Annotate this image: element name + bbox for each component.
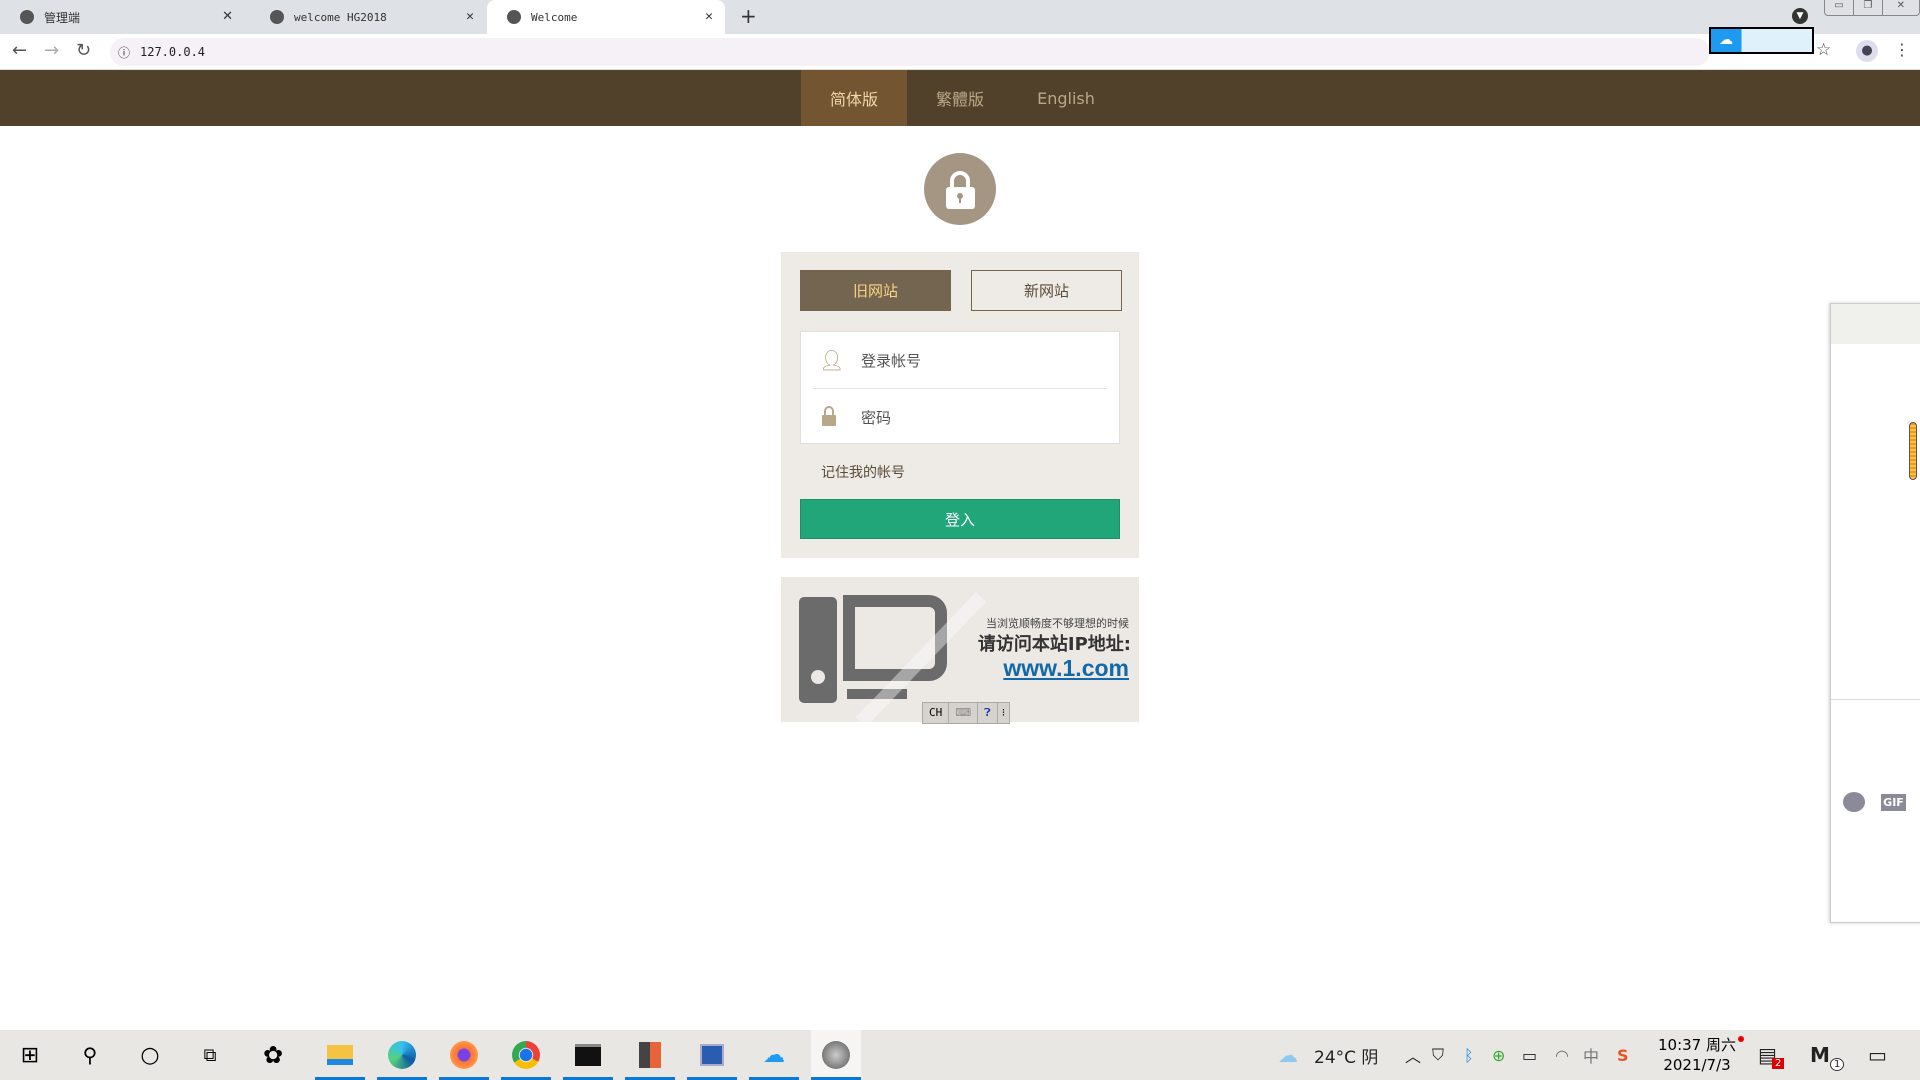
- padlock-icon: [821, 405, 837, 427]
- chat-header: [1831, 304, 1920, 344]
- app-red-icon[interactable]: [625, 1030, 675, 1080]
- file-explorer-icon[interactable]: [315, 1030, 365, 1080]
- wifi-icon[interactable]: ◠: [1555, 1030, 1569, 1080]
- update-icon[interactable]: ⊕: [1492, 1030, 1505, 1080]
- banner-line2: 请访问本站IP地址:: [977, 634, 1131, 655]
- tab-title: welcome HG2018: [294, 10, 387, 24]
- date-text: 2021/7/3: [1663, 1056, 1731, 1074]
- help-icon[interactable]: ❓︎: [977, 703, 997, 723]
- window-controls: ▭ ❐ ✕: [1824, 0, 1920, 16]
- tab-welcome[interactable]: Welcome ✕: [487, 0, 725, 34]
- password-placeholder: 密码: [861, 408, 892, 427]
- weather-text[interactable]: 24°C 阴: [1314, 1030, 1378, 1080]
- restore-button[interactable]: ❐: [1852, 0, 1882, 15]
- emoji-icon[interactable]: [1843, 792, 1865, 812]
- minimize-button[interactable]: ▭: [1825, 0, 1853, 15]
- baidu-netdisk-icon[interactable]: ☁: [749, 1030, 799, 1080]
- credentials-box: 👤︎ 登录帐号 密码: [800, 331, 1120, 444]
- chrome-icon[interactable]: [501, 1030, 551, 1080]
- forward-button[interactable]: →: [44, 40, 59, 61]
- keyboard-icon[interactable]: ⌨: [948, 703, 977, 723]
- globe-icon: [270, 10, 284, 24]
- gif-button[interactable]: GIF: [1881, 794, 1906, 811]
- baidu-netdisk-extension[interactable]: ☁: [1709, 27, 1814, 54]
- avatar-app-icon[interactable]: [811, 1030, 861, 1080]
- time-text: 10:37 周六: [1658, 1036, 1736, 1054]
- terminal-icon[interactable]: [563, 1030, 613, 1080]
- account-placeholder: 登录帐号: [861, 351, 922, 370]
- close-window-button[interactable]: ✕: [1881, 0, 1919, 15]
- banner-link[interactable]: www.1.com: [1003, 655, 1129, 682]
- old-site-button[interactable]: 旧网站: [800, 270, 951, 311]
- m-app-icon[interactable]: M1: [1810, 1030, 1845, 1080]
- remote-desktop-icon[interactable]: [687, 1030, 737, 1080]
- info-icon[interactable]: ⓘ: [118, 44, 130, 61]
- close-tab-icon[interactable]: ✕: [705, 9, 713, 24]
- chat-widget: GIF: [1830, 303, 1920, 923]
- show-hidden-icons[interactable]: ︿: [1405, 1030, 1421, 1080]
- menu-icon[interactable]: ⋮: [1894, 40, 1910, 59]
- action-center-icon[interactable]: ▭: [1868, 1030, 1887, 1080]
- ime-lang-button[interactable]: CH: [923, 703, 948, 723]
- lock-icon: [924, 153, 996, 225]
- battery-icon[interactable]: ▭: [1522, 1030, 1537, 1080]
- banner-line1: 当浏览顺畅度不够理想的时候: [986, 617, 1129, 630]
- task-view-icon[interactable]: ⧉: [185, 1030, 235, 1080]
- sogou-icon[interactable]: S: [1617, 1030, 1629, 1080]
- reload-button[interactable]: ↻: [76, 40, 91, 61]
- cloud-icon: ☁: [1719, 32, 1733, 48]
- globe-icon: [20, 10, 34, 24]
- tab-title: Welcome: [531, 10, 578, 24]
- new-site-button[interactable]: 新网站: [971, 270, 1122, 311]
- login-button[interactable]: 登入: [800, 499, 1120, 539]
- tab-welcome-hg2018[interactable]: welcome HG2018 ✕: [250, 0, 486, 34]
- tab-admin[interactable]: 管理端 ✕: [0, 0, 245, 34]
- weather-icon[interactable]: ☁: [1278, 1030, 1298, 1080]
- ime-indicator[interactable]: 中: [1583, 1030, 1599, 1080]
- close-tab-icon[interactable]: ✕: [466, 9, 474, 24]
- chat-scrollbar[interactable]: [1909, 422, 1917, 480]
- notes-icon[interactable]: ▤ 2: [1758, 1030, 1785, 1080]
- url-text: 127.0.0.4: [140, 45, 206, 59]
- cortana-icon[interactable]: ○: [125, 1030, 175, 1080]
- back-button[interactable]: ←: [12, 40, 27, 61]
- new-tab-button[interactable]: +: [740, 4, 757, 28]
- edge-icon[interactable]: [377, 1030, 427, 1080]
- user-icon: 👤︎: [819, 348, 845, 372]
- lang-traditional[interactable]: 繁體版: [907, 70, 1013, 126]
- remember-account-checkbox[interactable]: 记住我的帐号: [821, 462, 905, 482]
- firefox-icon[interactable]: [439, 1030, 489, 1080]
- notes-badge: 2: [1772, 1058, 1785, 1069]
- tab-search-icon[interactable]: ▼: [1792, 8, 1808, 24]
- start-button[interactable]: ⊞: [5, 1030, 55, 1080]
- close-tab-icon[interactable]: ✕: [222, 9, 233, 24]
- url-input[interactable]: ⓘ 127.0.0.4: [110, 38, 1710, 66]
- account-input[interactable]: 👤︎ 登录帐号: [801, 332, 1119, 388]
- password-input[interactable]: 密码: [801, 389, 1119, 445]
- lang-simplified[interactable]: 简体版: [801, 70, 907, 126]
- globe-icon: [507, 10, 521, 24]
- app-icon[interactable]: ✿: [248, 1030, 298, 1080]
- clock[interactable]: 10:37 周六 2021/7/3: [1658, 1035, 1736, 1075]
- profile-icon[interactable]: ●: [1856, 40, 1878, 62]
- notification-dot: [1738, 1036, 1744, 1042]
- ip-banner: 当浏览顺畅度不够理想的时候 请访问本站IP地址: www.1.com: [781, 577, 1139, 722]
- divider: [1831, 699, 1920, 700]
- lang-english[interactable]: English: [1013, 70, 1119, 126]
- tab-title: 管理端: [44, 10, 81, 25]
- ime-menu-icon[interactable]: ⁝: [996, 703, 1010, 723]
- ime-toolbar: CH ⌨ ❓︎ ⁝: [922, 702, 1011, 724]
- bluetooth-icon[interactable]: ᛒ: [1464, 1030, 1474, 1080]
- search-icon[interactable]: ⚲: [65, 1030, 115, 1080]
- security-shield-icon[interactable]: ⛉: [1432, 1030, 1444, 1080]
- bookmark-star-icon[interactable]: ☆: [1816, 40, 1831, 60]
